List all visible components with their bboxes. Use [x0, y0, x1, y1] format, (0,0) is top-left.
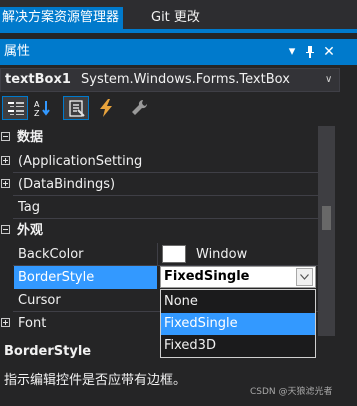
chevron-down-icon[interactable]: ∨: [325, 69, 332, 91]
property-name: Font: [18, 316, 47, 331]
close-icon[interactable]: ✕: [320, 39, 338, 65]
category-label: 数据: [17, 130, 44, 145]
alphabetical-icon[interactable]: AZ: [30, 96, 56, 120]
svg-text:A: A: [34, 100, 40, 109]
property-name: (DataBindings): [18, 177, 116, 192]
properties-icon[interactable]: [63, 96, 89, 120]
properties-toolbar: AZ: [0, 94, 357, 124]
scrollbar-thumb[interactable]: [322, 206, 331, 230]
property-row-back-color[interactable]: BackColor Window: [0, 243, 318, 266]
expand-icon[interactable]: [1, 318, 10, 327]
collapse-icon[interactable]: [1, 225, 10, 234]
border-style-combo[interactable]: FixedSingle: [160, 266, 316, 288]
vertical-scrollbar[interactable]: [318, 126, 335, 336]
panel-title: 属性: [4, 44, 31, 59]
property-name: BorderStyle: [14, 266, 157, 289]
properties-titlebar: 属性 ▾ ✕: [0, 39, 357, 65]
chevron-down-icon[interactable]: [296, 268, 313, 286]
property-row-application-settings[interactable]: (ApplicationSetting: [0, 150, 318, 173]
color-swatch: [162, 245, 186, 263]
watermark: CSDN @天狼滤光者: [250, 387, 333, 397]
events-icon[interactable]: [93, 96, 119, 120]
description-text: 指示编辑控件是否应带有边框。: [4, 373, 187, 388]
description-title: BorderStyle: [4, 344, 92, 359]
expand-icon[interactable]: [1, 179, 10, 188]
property-name: Cursor: [18, 293, 61, 308]
dropdown-option-none[interactable]: None: [161, 291, 315, 313]
property-name: (ApplicationSetting: [18, 154, 143, 169]
property-pages-icon[interactable]: [126, 96, 152, 120]
tab-git-changes[interactable]: Git 更改: [151, 7, 200, 29]
category-appearance[interactable]: 外观: [0, 219, 318, 242]
collapse-icon[interactable]: [1, 132, 10, 141]
object-name: textBox1: [5, 72, 71, 87]
dropdown-option-fixed-single[interactable]: FixedSingle: [161, 313, 315, 335]
property-name: Tag: [18, 200, 41, 215]
window-menu-icon[interactable]: ▾: [283, 39, 301, 65]
combo-value: FixedSingle: [164, 269, 250, 284]
column-divider: [157, 243, 158, 266]
object-selector[interactable]: textBox1 System.Windows.Forms.TextBox ∨: [0, 68, 340, 92]
tab-underline: [0, 29, 357, 33]
category-label: 外观: [17, 223, 44, 238]
property-value[interactable]: Window: [196, 243, 247, 266]
categorized-icon[interactable]: [2, 96, 28, 120]
category-data[interactable]: 数据: [0, 126, 318, 149]
object-type: System.Windows.Forms.TextBox: [81, 72, 290, 87]
property-name: BackColor: [18, 247, 84, 262]
tab-strip: 解决方案资源管理器 Git 更改: [0, 0, 357, 33]
svg-text:Z: Z: [34, 109, 40, 117]
tab-solution-explorer[interactable]: 解决方案资源管理器: [0, 7, 124, 29]
property-row-tag[interactable]: Tag: [0, 196, 318, 219]
pin-icon[interactable]: [301, 39, 319, 65]
property-row-data-bindings[interactable]: (DataBindings): [0, 173, 318, 196]
expand-icon[interactable]: [1, 156, 10, 165]
